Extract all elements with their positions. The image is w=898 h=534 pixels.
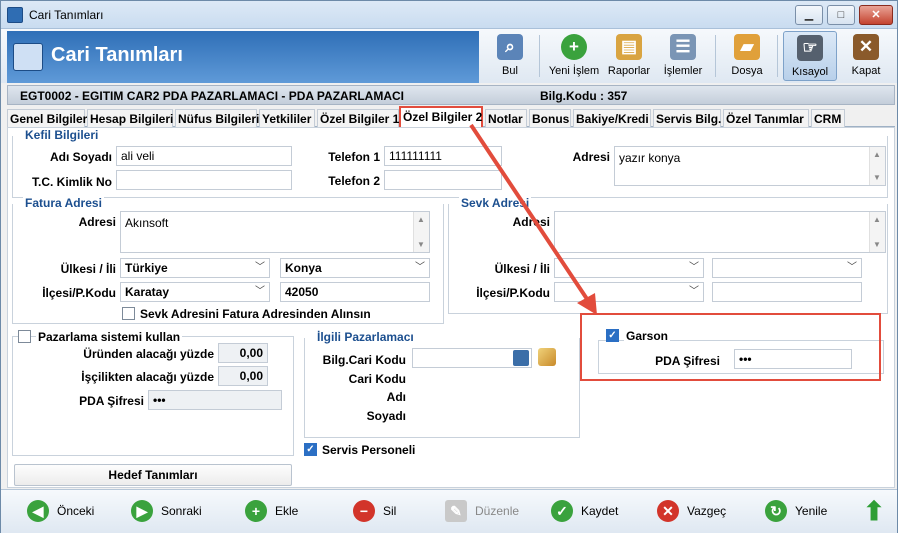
check-icon: ✓	[551, 500, 573, 522]
duzenle-button[interactable]: ✎ Düzenle	[445, 498, 535, 526]
sonraki-button[interactable]: ▶ Sonraki	[131, 498, 211, 526]
onceki-button[interactable]: ◀ Önceki	[27, 498, 107, 526]
refresh-icon: ↻	[765, 500, 787, 522]
minus-icon: −	[353, 500, 375, 522]
cancel-icon: ✕	[657, 500, 679, 522]
vazgec-button[interactable]: ✕ Vazgeç	[657, 498, 737, 526]
plus-icon: +	[245, 500, 267, 522]
edit-icon: ✎	[445, 500, 467, 522]
arrow-left-icon: ◀	[27, 500, 49, 522]
annotation-arrow	[469, 123, 597, 315]
arrow-right-icon: ▶	[131, 500, 153, 522]
arrow-up-icon[interactable]: ⬆	[863, 496, 885, 526]
window: Cari Tanımları ▁ □ ✕ Cari Tanımları ⌕ Bu…	[0, 0, 898, 533]
yenile-button[interactable]: ↻ Yenile	[765, 498, 835, 526]
ekle-button[interactable]: + Ekle	[245, 498, 315, 526]
kaydet-button[interactable]: ✓ Kaydet	[551, 498, 631, 526]
bottom-action-bar: ◀ Önceki ▶ Sonraki + Ekle − Sil ✎ Düzenl…	[1, 489, 897, 533]
sil-button[interactable]: − Sil	[353, 498, 413, 526]
